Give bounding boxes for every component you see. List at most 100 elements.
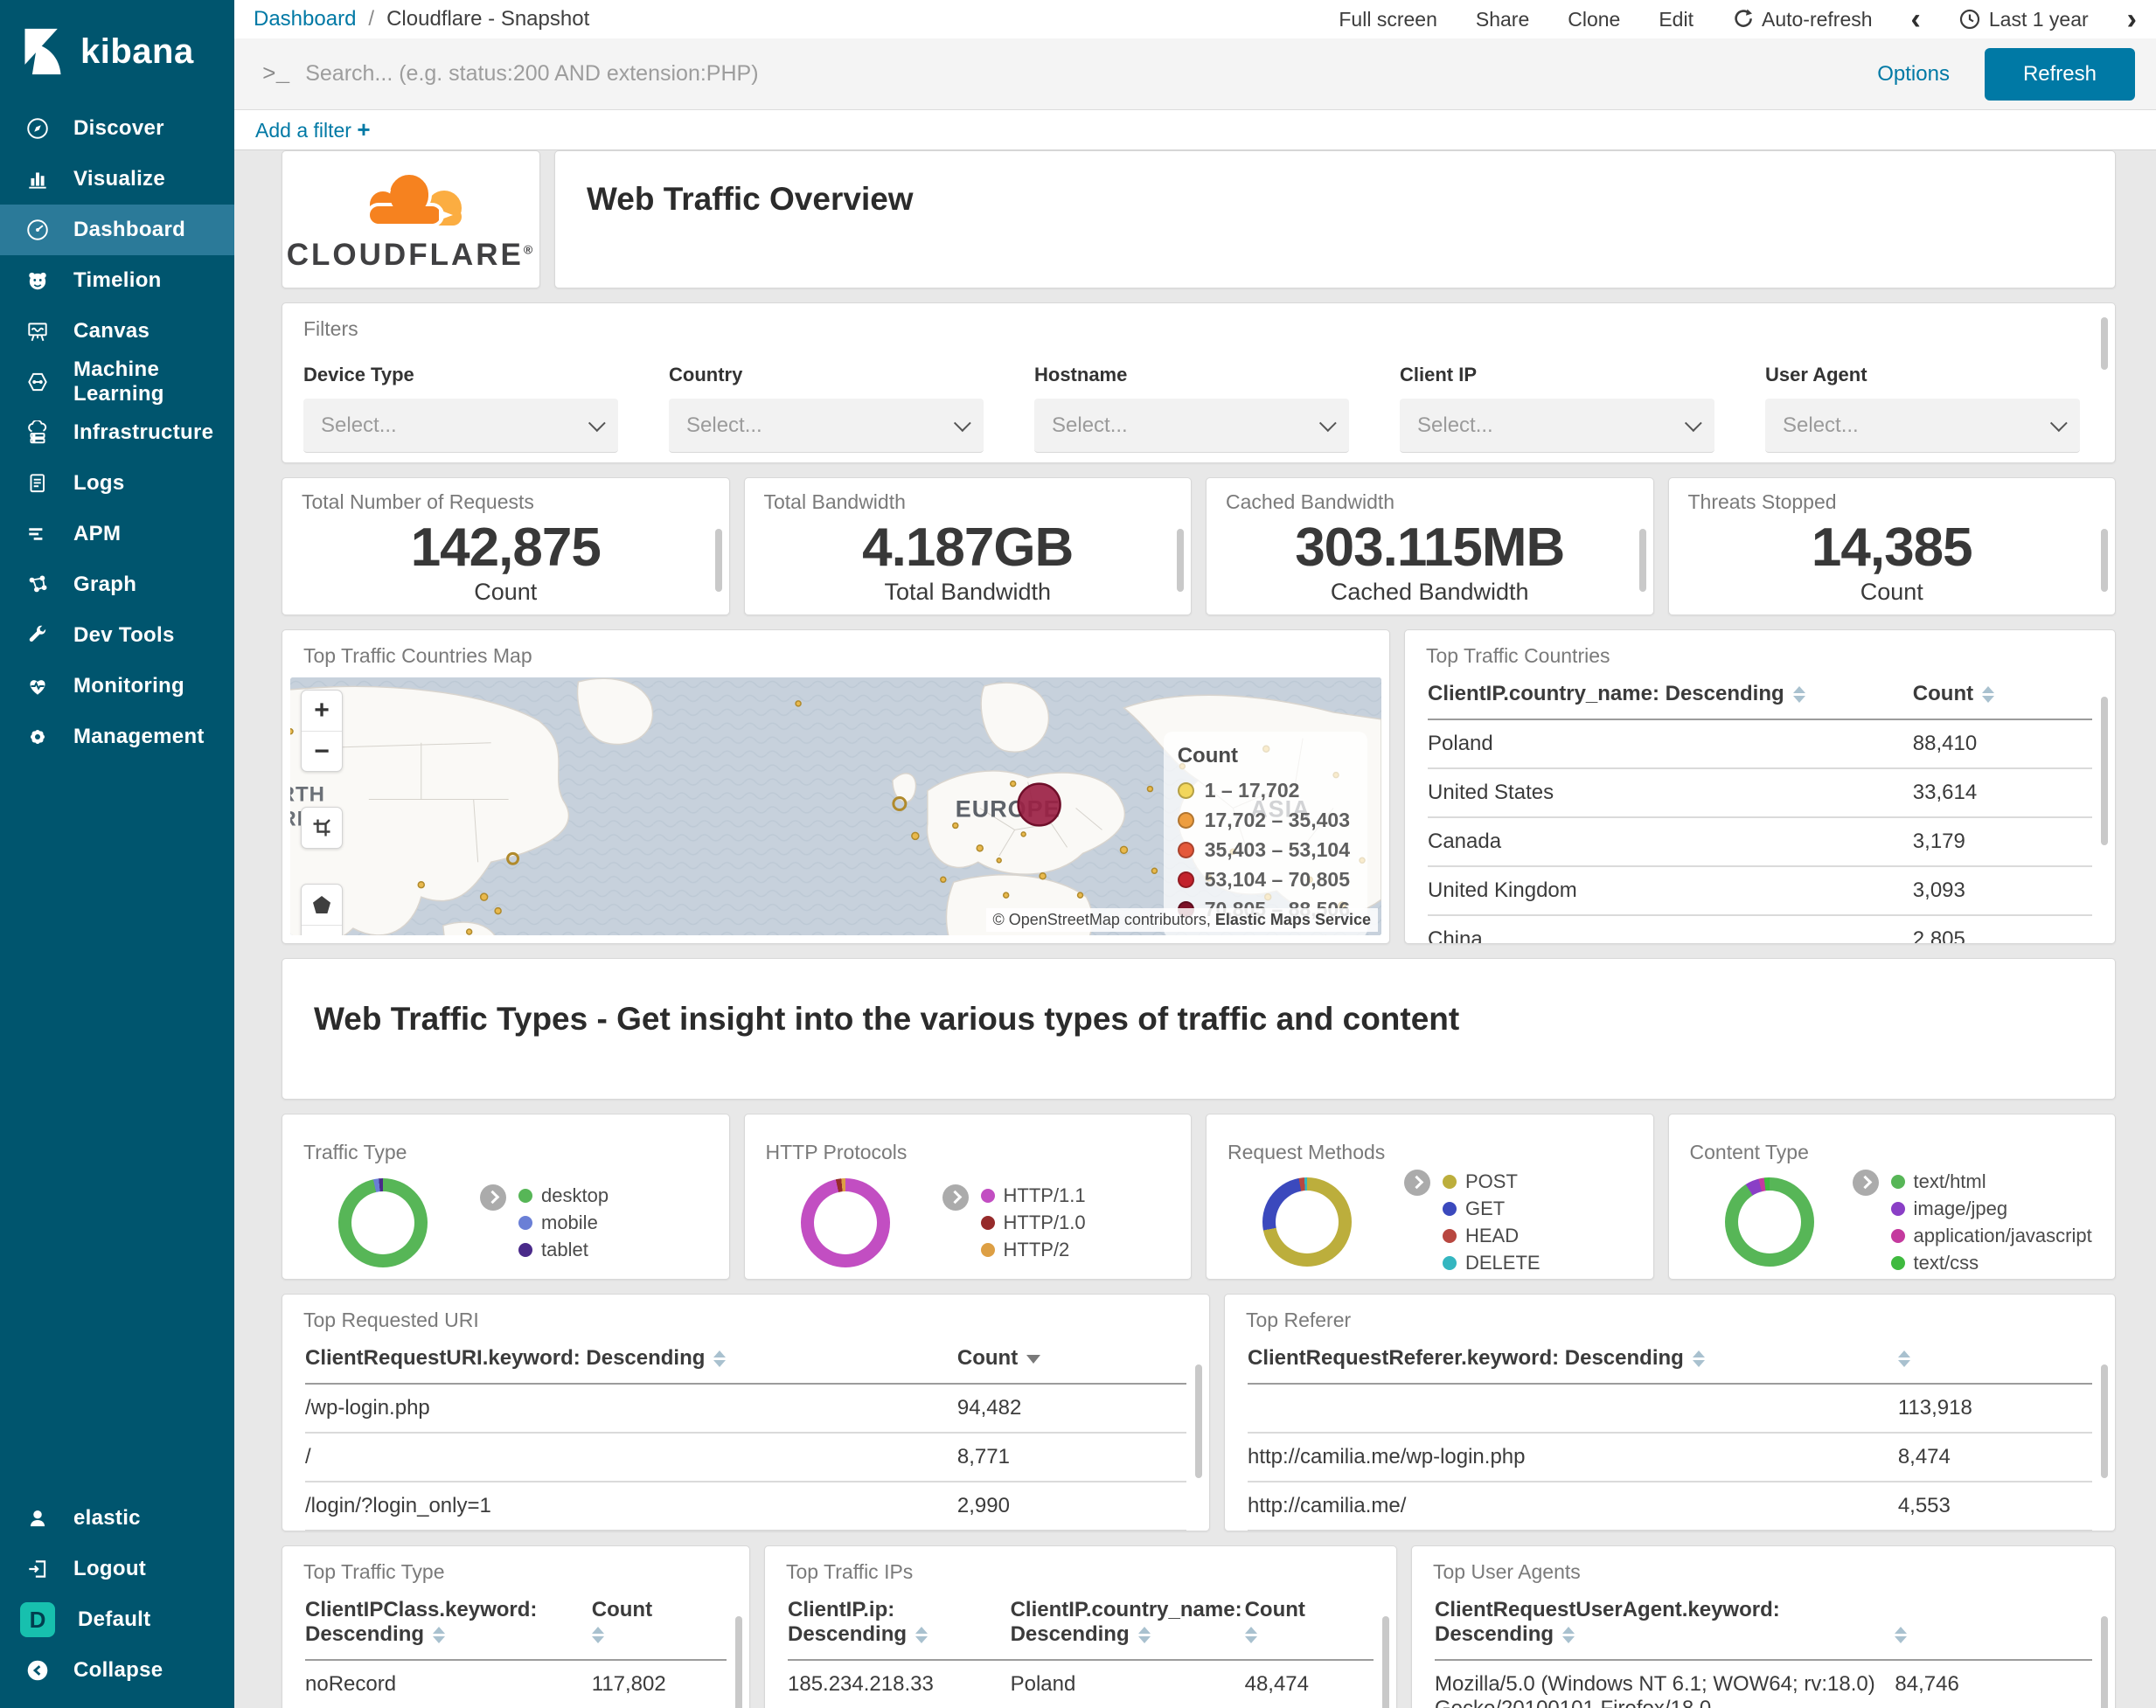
legend-item[interactable]: image/jpeg <box>1890 1195 2092 1222</box>
panel-scrollbar[interactable] <box>2101 1616 2108 1708</box>
breadcrumb-dashboard-link[interactable]: Dashboard <box>254 7 356 31</box>
full-screen-button[interactable]: Full screen <box>1339 8 1436 31</box>
table-row[interactable]: http://camilia.me/wp-login.php 8,474 <box>1248 1433 2092 1482</box>
table-row[interactable]: Poland 88,410 <box>1428 719 2092 769</box>
draw-polygon-button[interactable] <box>302 885 342 925</box>
legend-item[interactable]: HEAD <box>1443 1222 1540 1249</box>
sidebar-item-management[interactable]: Management <box>0 712 234 762</box>
sidebar-item-timelion[interactable]: Timelion <box>0 255 234 306</box>
time-range-picker[interactable]: Last 1 year <box>1959 8 2089 31</box>
column-header-country[interactable]: ClientIP.country_name: Descending <box>1428 671 1913 720</box>
sidebar-item-monitoring[interactable]: Monitoring <box>0 661 234 712</box>
panel-scrollbar[interactable] <box>735 1616 742 1708</box>
zoom-out-button[interactable]: − <box>302 731 342 771</box>
hostname-select[interactable]: Select... <box>1034 399 1349 453</box>
sidebar-item-machine-learning[interactable]: Machine Learning <box>0 357 234 407</box>
sidebar-item-discover[interactable]: Discover <box>0 103 234 154</box>
legend-item[interactable]: POST <box>1443 1168 1540 1195</box>
edit-button[interactable]: Edit <box>1659 8 1694 31</box>
content-type-donut-chart[interactable] <box>1724 1177 1814 1267</box>
http-protocols-donut-chart[interactable] <box>800 1178 890 1267</box>
table-row[interactable]: http://camilia.me/4,553 <box>1248 1482 2092 1531</box>
panel-scrollbar[interactable] <box>2101 317 2108 370</box>
column-header-count[interactable]: Count <box>956 1336 1186 1385</box>
table-row[interactable]: Canada 3,179 <box>1428 817 2092 867</box>
sidebar-item-apm[interactable]: APM <box>0 509 234 559</box>
column-header-uri[interactable]: ClientRequestURI.keyword: Descending <box>305 1336 957 1385</box>
sidebar-item-dashboard[interactable]: Dashboard <box>0 205 234 255</box>
auto-refresh-button[interactable]: Auto-refresh <box>1732 8 1873 31</box>
table-row[interactable]: 185.234.218.33 Poland 48,474 <box>788 1660 1374 1708</box>
column-header-count[interactable]: Count <box>1244 1587 1374 1661</box>
table-row[interactable]: noRecord 117,802 <box>305 1660 727 1708</box>
legend-expand-button[interactable] <box>1852 1170 1879 1196</box>
sidebar-item-visualize[interactable]: Visualize <box>0 154 234 205</box>
world-map[interactable]: NORTH AMERICA EUROPE ASIA <box>290 677 1381 935</box>
legend-item[interactable]: HTTP/2 <box>980 1237 1086 1264</box>
time-back-chevron[interactable]: ‹ <box>1911 4 1921 34</box>
panel-scrollbar[interactable] <box>2101 697 2108 845</box>
table-row[interactable]: China 2,805 <box>1428 915 2092 943</box>
legend-item[interactable]: DELETE <box>1443 1249 1540 1276</box>
share-button[interactable]: Share <box>1476 8 1529 31</box>
table-row[interactable]: Mozilla/5.0 (Windows NT 6.1; WOW64; rv:1… <box>1435 1660 2092 1708</box>
refresh-button[interactable]: Refresh <box>1984 47 2135 101</box>
column-header-count[interactable]: Count <box>591 1587 727 1661</box>
panel-scrollbar[interactable] <box>1195 1364 1202 1478</box>
legend-item[interactable]: HTTP/1.0 <box>980 1210 1086 1237</box>
panel-scrollbar[interactable] <box>1382 1616 1389 1708</box>
legend-expand-button[interactable] <box>942 1184 969 1211</box>
sidebar-item-collapse[interactable]: Collapse <box>0 1645 234 1696</box>
panel-scrollbar[interactable] <box>1638 529 1646 592</box>
request-methods-donut-chart[interactable] <box>1262 1177 1352 1267</box>
add-filter-link[interactable]: Add a filter + <box>255 116 371 143</box>
clone-button[interactable]: Clone <box>1568 8 1620 31</box>
sidebar-item-user[interactable]: elastic <box>0 1493 234 1544</box>
sidebar-item-logs[interactable]: Logs <box>0 458 234 509</box>
draw-rectangle-button[interactable] <box>302 925 342 935</box>
column-header-count[interactable] <box>1897 1336 2092 1385</box>
zoom-in-button[interactable]: + <box>302 691 342 731</box>
column-header-count[interactable]: Count <box>1912 671 2092 720</box>
time-forward-chevron[interactable]: › <box>2127 4 2137 34</box>
legend-expand-button[interactable] <box>1404 1170 1430 1196</box>
column-header-count[interactable] <box>1895 1587 2092 1661</box>
column-header-referer[interactable]: ClientRequestReferer.keyword: Descending <box>1248 1336 1898 1385</box>
legend-item[interactable]: mobile <box>518 1210 609 1237</box>
panel-scrollbar[interactable] <box>2101 1364 2108 1478</box>
country-select[interactable]: Select... <box>669 399 984 453</box>
client-ip-select[interactable]: Select... <box>1400 399 1714 453</box>
legend-item[interactable]: GET <box>1443 1195 1540 1222</box>
panel-scrollbar[interactable] <box>714 529 722 592</box>
table-row[interactable]: United Kingdom 3,093 <box>1428 866 2092 916</box>
sidebar-item-logout[interactable]: Logout <box>0 1544 234 1594</box>
options-link[interactable]: Options <box>1877 62 1950 87</box>
traffic-type-donut-chart[interactable] <box>338 1178 428 1267</box>
kibana-logo[interactable]: kibana <box>0 0 234 103</box>
table-row[interactable]: United States 33,614 <box>1428 768 2092 818</box>
sidebar-item-graph[interactable]: Graph <box>0 559 234 610</box>
table-row[interactable]: /8,771 <box>305 1433 1186 1482</box>
fit-bounds-button[interactable] <box>302 808 342 848</box>
panel-scrollbar[interactable] <box>2101 529 2108 592</box>
table-row[interactable]: /login/?login_only=1 2,990 <box>305 1482 1186 1531</box>
column-header-ip[interactable]: ClientIP.ip: Descending <box>788 1587 1011 1661</box>
column-header-country[interactable]: ClientIP.country_name: Descending <box>1010 1587 1245 1661</box>
legend-item[interactable]: desktop <box>518 1183 609 1210</box>
column-header-class[interactable]: ClientIPClass.keyword: Descending <box>305 1587 592 1661</box>
column-header-user-agent[interactable]: ClientRequestUserAgent.keyword: Descendi… <box>1435 1587 1895 1661</box>
table-row[interactable]: /wp-login.php 94,482 <box>305 1384 1186 1434</box>
legend-item[interactable]: text/html <box>1890 1168 2092 1195</box>
sidebar-item-infrastructure[interactable]: Infrastructure <box>0 407 234 458</box>
search-input[interactable] <box>305 61 1843 87</box>
table-row[interactable]: 113,918 <box>1248 1384 2092 1434</box>
sidebar-item-dev-tools[interactable]: Dev Tools <box>0 610 234 661</box>
panel-scrollbar[interactable] <box>1177 529 1184 592</box>
device-type-select[interactable]: Select... <box>303 399 618 453</box>
legend-item[interactable]: HTTP/1.1 <box>980 1183 1086 1210</box>
elastic-maps-link[interactable]: Elastic Maps Service <box>1215 911 1371 928</box>
legend-item[interactable]: application/javascript <box>1890 1222 2092 1249</box>
sidebar-item-space-default[interactable]: D Default <box>0 1594 234 1645</box>
legend-item[interactable]: text/css <box>1890 1249 2092 1276</box>
sidebar-item-canvas[interactable]: Canvas <box>0 306 234 357</box>
